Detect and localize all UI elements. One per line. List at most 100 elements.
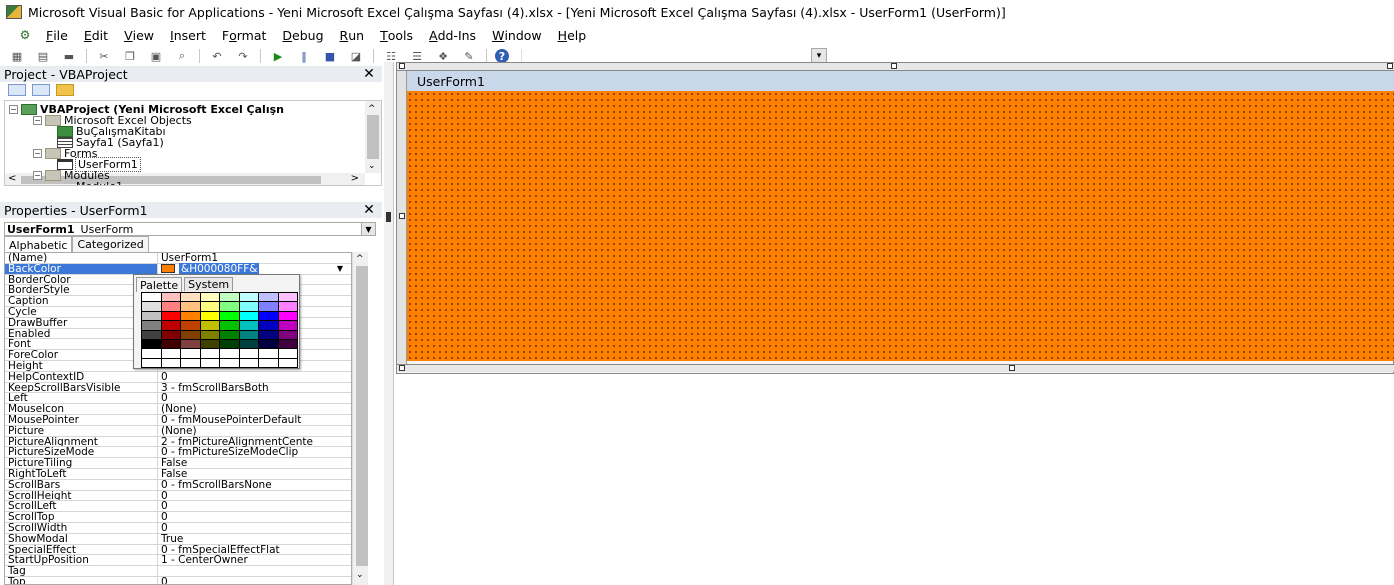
menu-item[interactable]: Window (492, 28, 542, 43)
find-icon[interactable]: ⌕ (173, 48, 191, 64)
palette-color[interactable] (220, 321, 239, 330)
palette-color[interactable] (200, 293, 219, 302)
palette-tab-system[interactable]: System (184, 277, 234, 291)
userform-caption-bar[interactable]: UserForm1 (407, 71, 1394, 91)
scroll-left-icon[interactable]: < (8, 173, 16, 184)
property-row[interactable]: Top 0 (5, 576, 351, 584)
collapse-icon[interactable]: − (9, 105, 18, 114)
splitter-grip[interactable] (386, 212, 391, 222)
palette-color[interactable] (161, 330, 180, 339)
palette-color[interactable] (161, 358, 180, 367)
property-value-text[interactable]: &H000080FF& (179, 262, 260, 275)
palette-color[interactable] (181, 330, 200, 339)
palette-tab-palette[interactable]: Palette (136, 277, 183, 292)
menu-item[interactable]: Insert (170, 28, 206, 43)
userform-body[interactable] (407, 91, 1394, 361)
scroll-thumb[interactable] (356, 266, 368, 566)
palette-color[interactable] (200, 321, 219, 330)
palette-color[interactable] (239, 311, 258, 321)
palette-color[interactable] (278, 358, 297, 367)
chevron-down-icon[interactable]: ▼ (361, 223, 375, 235)
palette-color[interactable] (142, 339, 161, 349)
palette-color[interactable] (181, 349, 200, 358)
palette-color[interactable] (161, 339, 180, 349)
palette-color[interactable] (142, 349, 161, 358)
property-value[interactable]: &H000080FF& ▼ (158, 262, 351, 275)
palette-color[interactable] (161, 293, 180, 302)
scroll-thumb[interactable] (367, 115, 379, 159)
palette-color[interactable] (278, 321, 297, 330)
tree-vertical-scrollbar[interactable]: ^ ⌄ (365, 101, 381, 173)
palette-color[interactable] (200, 358, 219, 367)
palette-color[interactable] (161, 321, 180, 330)
palette-color[interactable] (220, 358, 239, 367)
scroll-down-icon[interactable]: ⌄ (356, 570, 364, 580)
property-value[interactable]: 0 (158, 576, 351, 584)
insert-form-icon[interactable]: ▤ (34, 48, 52, 64)
palette-color[interactable] (161, 349, 180, 358)
properties-scrollbar[interactable]: ^ ⌄ (352, 252, 368, 585)
tree-item[interactable]: Module1 (57, 180, 123, 185)
palette-color[interactable] (200, 339, 219, 349)
resize-handle[interactable] (399, 365, 405, 371)
design-mode-icon[interactable]: ◪ (347, 48, 365, 64)
tab-categorized[interactable]: Categorized (72, 236, 149, 252)
menu-item[interactable]: Help (558, 28, 587, 43)
palette-color[interactable] (200, 349, 219, 358)
property-row[interactable]: StartUpPosition 1 - CenterOwner (5, 554, 351, 566)
collapse-icon[interactable]: − (33, 149, 42, 158)
palette-color[interactable] (161, 311, 180, 321)
palette-color[interactable] (239, 349, 258, 358)
palette-color[interactable] (278, 293, 297, 302)
palette-color[interactable] (181, 311, 200, 321)
color-palette-grid[interactable] (141, 292, 298, 368)
palette-color[interactable] (181, 321, 200, 330)
palette-color[interactable] (239, 330, 258, 339)
project-tree[interactable]: ^ ⌄ < > − VBAProject (Yeni Microsoft Exce… (4, 100, 382, 186)
vba-menu-icon[interactable]: ⚙ (14, 27, 36, 43)
palette-color[interactable] (181, 339, 200, 349)
collapse-icon[interactable]: − (33, 116, 42, 125)
resize-handle[interactable] (1009, 365, 1015, 371)
run-icon[interactable]: ▶ (269, 48, 287, 64)
palette-color[interactable] (259, 349, 278, 358)
chevron-down-icon[interactable]: ▼ (333, 264, 347, 274)
palette-color[interactable] (278, 302, 297, 311)
palette-color[interactable] (142, 293, 161, 302)
palette-color[interactable] (142, 302, 161, 311)
menu-item[interactable]: Fo rmat (222, 28, 267, 43)
menu-item[interactable]: File (46, 28, 68, 43)
palette-color[interactable] (181, 358, 200, 367)
close-icon[interactable]: ✕ (360, 202, 378, 218)
palette-color[interactable] (200, 311, 219, 321)
reset-icon[interactable]: ■ (321, 48, 339, 64)
palette-color[interactable] (181, 293, 200, 302)
palette-color[interactable] (259, 358, 278, 367)
palette-color[interactable] (142, 330, 161, 339)
menu-item[interactable]: Tools (380, 28, 413, 43)
palette-color[interactable] (220, 302, 239, 311)
palette-color[interactable] (161, 302, 180, 311)
palette-color[interactable] (142, 311, 161, 321)
view-object-icon[interactable] (32, 84, 50, 96)
menu-item[interactable]: Debug (282, 28, 323, 43)
redo-icon[interactable]: ↷ (234, 48, 252, 64)
scroll-down-icon[interactable]: ⌄ (368, 161, 376, 171)
palette-color[interactable] (259, 321, 278, 330)
menu-item[interactable]: View (124, 28, 154, 43)
resize-handle[interactable] (1387, 63, 1393, 69)
palette-color[interactable] (278, 311, 297, 321)
undo-icon[interactable]: ↶ (208, 48, 226, 64)
palette-color[interactable] (220, 349, 239, 358)
palette-color[interactable] (278, 339, 297, 349)
palette-color[interactable] (200, 302, 219, 311)
paste-icon[interactable]: ▣ (147, 48, 165, 64)
palette-color[interactable] (200, 330, 219, 339)
scroll-up-icon[interactable]: ^ (368, 104, 376, 114)
palette-color[interactable] (181, 302, 200, 311)
menu-item[interactable]: Edit (84, 28, 108, 43)
palette-color[interactable] (239, 339, 258, 349)
cut-icon[interactable]: ✂ (95, 48, 113, 64)
tab-alphabetic[interactable]: Alphabetic (4, 236, 73, 253)
palette-color[interactable] (220, 293, 239, 302)
